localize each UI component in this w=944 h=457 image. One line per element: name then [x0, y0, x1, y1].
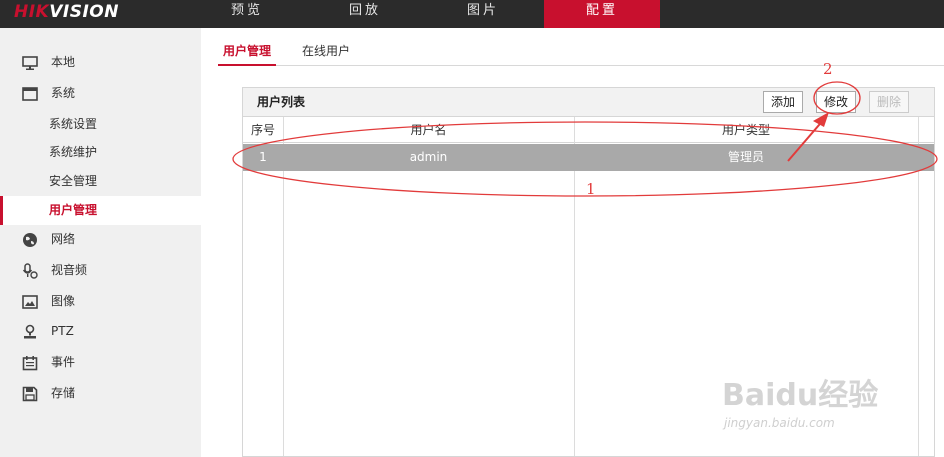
column-header-user-type: 用户类型 — [721, 123, 770, 137]
sub-tab-bar: 用户管理 在线用户 — [218, 38, 944, 66]
table-row[interactable]: 1 admin 管理员 — [243, 144, 934, 171]
sidebar-sub-system-settings[interactable]: 系统设置 — [0, 110, 201, 139]
top-nav-bar: HIKVISION 预览 回放 图片 配置 — [0, 0, 944, 28]
watermark-url: jingyan.baidu.com — [724, 416, 835, 430]
sidebar-item-storage[interactable]: 存储 — [0, 379, 201, 408]
watermark-logo-text: Baidu经验 — [722, 378, 879, 413]
sidebar-item-label: PTZ — [51, 324, 74, 338]
system-window-icon — [22, 87, 38, 101]
sidebar-item-label: 事件 — [51, 355, 76, 369]
nav-tab-playback[interactable]: 回放 — [307, 0, 423, 28]
sidebar-sub-label: 用户管理 — [49, 203, 98, 217]
microphone-camera-icon — [22, 263, 38, 279]
delete-user-button[interactable]: 删除 — [869, 91, 909, 113]
sidebar-item-label: 存储 — [51, 386, 76, 400]
modify-user-button[interactable]: 修改 — [816, 91, 856, 113]
floppy-disk-icon — [22, 386, 38, 402]
active-indicator — [0, 196, 3, 225]
sidebar-sub-user-management[interactable]: 用户管理 — [0, 196, 201, 225]
sidebar-item-label: 系统 — [51, 86, 76, 100]
baidu-watermark: Baidu经验 jingyan.baidu.com — [722, 370, 922, 440]
sidebar-sub-label: 安全管理 — [49, 174, 98, 188]
calendar-icon — [22, 356, 38, 371]
nav-tab-preview[interactable]: 预览 — [189, 0, 305, 28]
sidebar-item-label: 图像 — [51, 294, 76, 308]
cell-user-type: 管理员 — [727, 150, 764, 164]
user-list-header: 用户列表 添加 修改 删除 — [243, 88, 934, 117]
sidebar-sub-label: 系统维护 — [49, 145, 98, 159]
logo-vision: VISION — [49, 2, 119, 22]
sidebar: 本地 系统 系统设置 系统维护 安全管理 用户管理 网络 视音频 图像 PTZ … — [0, 28, 201, 457]
nav-tab-picture[interactable]: 图片 — [425, 0, 541, 28]
user-list-title: 用户列表 — [257, 95, 306, 109]
sidebar-item-ptz[interactable]: PTZ — [0, 317, 201, 346]
hikvision-logo: HIKVISION — [14, 0, 119, 28]
tab-online-users[interactable]: 在线用户 — [302, 38, 350, 66]
annotation-number-two: 2 — [823, 60, 833, 78]
sidebar-item-video-audio[interactable]: 视音频 — [0, 256, 201, 285]
cell-index: 1 — [259, 150, 267, 164]
column-header-username: 用户名 — [410, 123, 447, 137]
sidebar-item-label: 视音频 — [51, 263, 88, 277]
sidebar-item-label: 网络 — [51, 232, 76, 246]
cell-username: admin — [409, 150, 448, 164]
add-user-button[interactable]: 添加 — [763, 91, 803, 113]
sidebar-item-label: 本地 — [51, 55, 76, 69]
user-table-header: 序号 用户名 用户类型 — [243, 117, 934, 143]
sidebar-item-event[interactable]: 事件 — [0, 348, 201, 377]
annotation-number-one: 1 — [586, 180, 596, 198]
sidebar-item-image[interactable]: 图像 — [0, 287, 201, 316]
nav-tab-configuration[interactable]: 配置 — [544, 0, 660, 28]
ptz-camera-icon — [24, 324, 36, 339]
sidebar-sub-security-management[interactable]: 安全管理 — [0, 167, 201, 196]
sidebar-sub-system-maintenance[interactable]: 系统维护 — [0, 138, 201, 167]
sidebar-sub-label: 系统设置 — [49, 117, 98, 131]
image-icon — [22, 295, 38, 309]
sidebar-item-network[interactable]: 网络 — [0, 225, 201, 254]
globe-icon — [23, 233, 37, 247]
sidebar-item-system[interactable]: 系统 — [0, 79, 201, 108]
sidebar-item-local[interactable]: 本地 — [0, 48, 201, 77]
tab-user-management[interactable]: 用户管理 — [218, 38, 276, 66]
logo-hik: HIK — [14, 2, 50, 22]
monitor-icon — [22, 56, 38, 70]
column-header-index: 序号 — [250, 123, 275, 137]
